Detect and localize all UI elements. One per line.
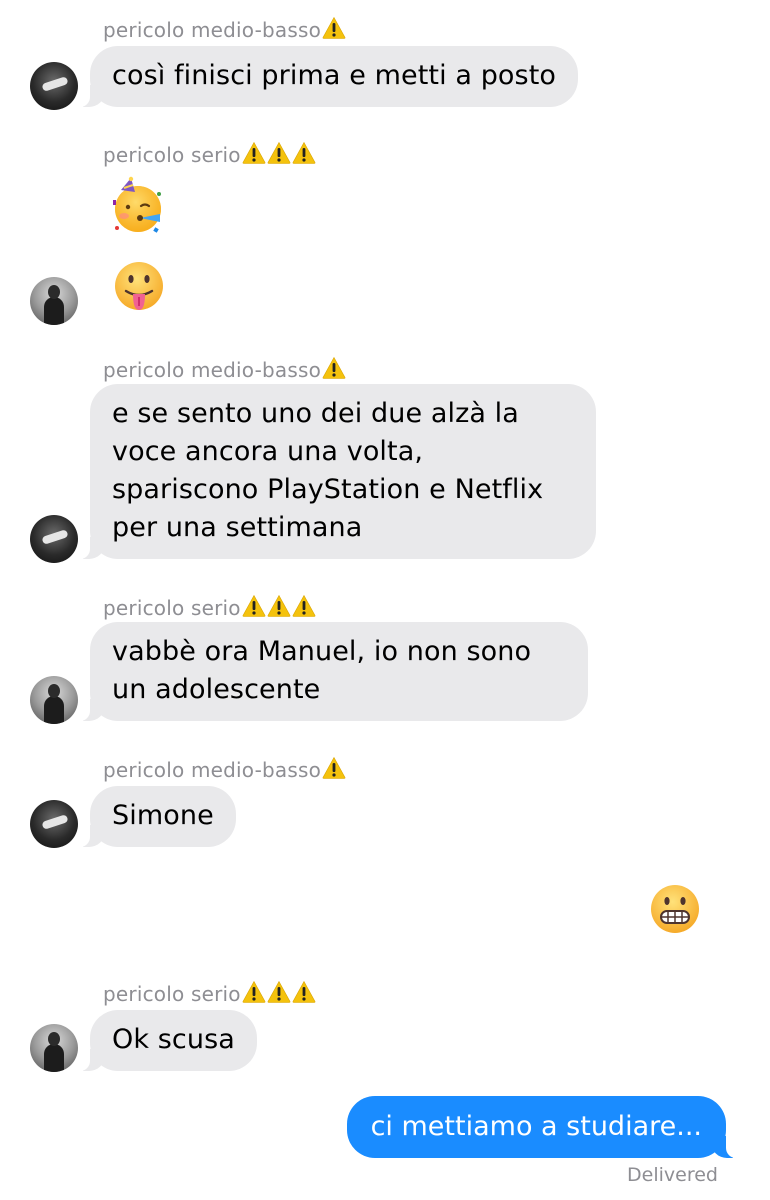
warning-icon — [267, 981, 291, 1003]
warning-icon — [242, 595, 266, 617]
avatar[interactable] — [30, 1024, 78, 1072]
sender-name: pericolo medio-basso — [103, 758, 322, 782]
avatar[interactable] — [30, 62, 78, 110]
warning-icon — [267, 142, 291, 164]
message-bubble[interactable]: così finisci prima e metti a posto — [77, 46, 579, 107]
sender-label: pericolo serio — [103, 141, 316, 167]
sender-name: pericolo serio — [103, 143, 241, 167]
message-text: e se sento uno dei due alzà la voce anco… — [112, 398, 544, 543]
sender-name: pericolo medio-basso — [103, 358, 322, 382]
face-with-tongue-emoji[interactable] — [112, 260, 166, 314]
warning-icon — [292, 981, 316, 1003]
grimacing-face-emoji[interactable] — [648, 882, 702, 936]
warning-icon — [242, 142, 266, 164]
partying-face-emoji[interactable] — [107, 176, 167, 236]
warning-icon — [322, 357, 346, 379]
outgoing-message-bubble[interactable]: ci mettiamo a studiare... — [346, 1096, 739, 1158]
warning-icon — [292, 595, 316, 617]
warning-icon — [242, 981, 266, 1003]
avatar[interactable] — [30, 277, 78, 325]
message-text: ci mettiamo a studiare... — [370, 1111, 702, 1142]
warning-icon — [322, 17, 346, 39]
sender-name: pericolo medio-basso — [103, 18, 322, 42]
message-text: così finisci prima e metti a posto — [112, 60, 557, 91]
sender-name: pericolo serio — [103, 596, 241, 620]
delivery-status: Delivered — [627, 1164, 718, 1186]
sender-label: pericolo medio-basso — [103, 756, 346, 782]
warning-icon — [322, 757, 346, 779]
avatar[interactable] — [30, 676, 78, 724]
message-text: Simone — [112, 800, 214, 831]
avatar[interactable] — [30, 515, 78, 563]
message-bubble[interactable]: Ok scusa — [78, 1010, 257, 1071]
sender-label: pericolo serio — [103, 594, 316, 620]
warning-icon — [267, 595, 291, 617]
message-text: Ok scusa — [112, 1024, 235, 1055]
message-text: vabbè ora Manuel, io non sono un adolesc… — [112, 636, 532, 705]
sender-label: pericolo medio-basso — [103, 356, 346, 382]
warning-icon — [292, 142, 316, 164]
message-bubble[interactable]: vabbè ora Manuel, io non sono un adolesc… — [78, 622, 588, 721]
sender-label: pericolo serio — [103, 980, 316, 1006]
sender-label: pericolo medio-basso — [103, 16, 346, 42]
avatar[interactable] — [30, 800, 78, 848]
sender-name: pericolo serio — [103, 982, 241, 1006]
message-bubble[interactable]: e se sento uno dei due alzà la voce anco… — [78, 384, 596, 559]
message-bubble[interactable]: Simone — [78, 786, 236, 847]
